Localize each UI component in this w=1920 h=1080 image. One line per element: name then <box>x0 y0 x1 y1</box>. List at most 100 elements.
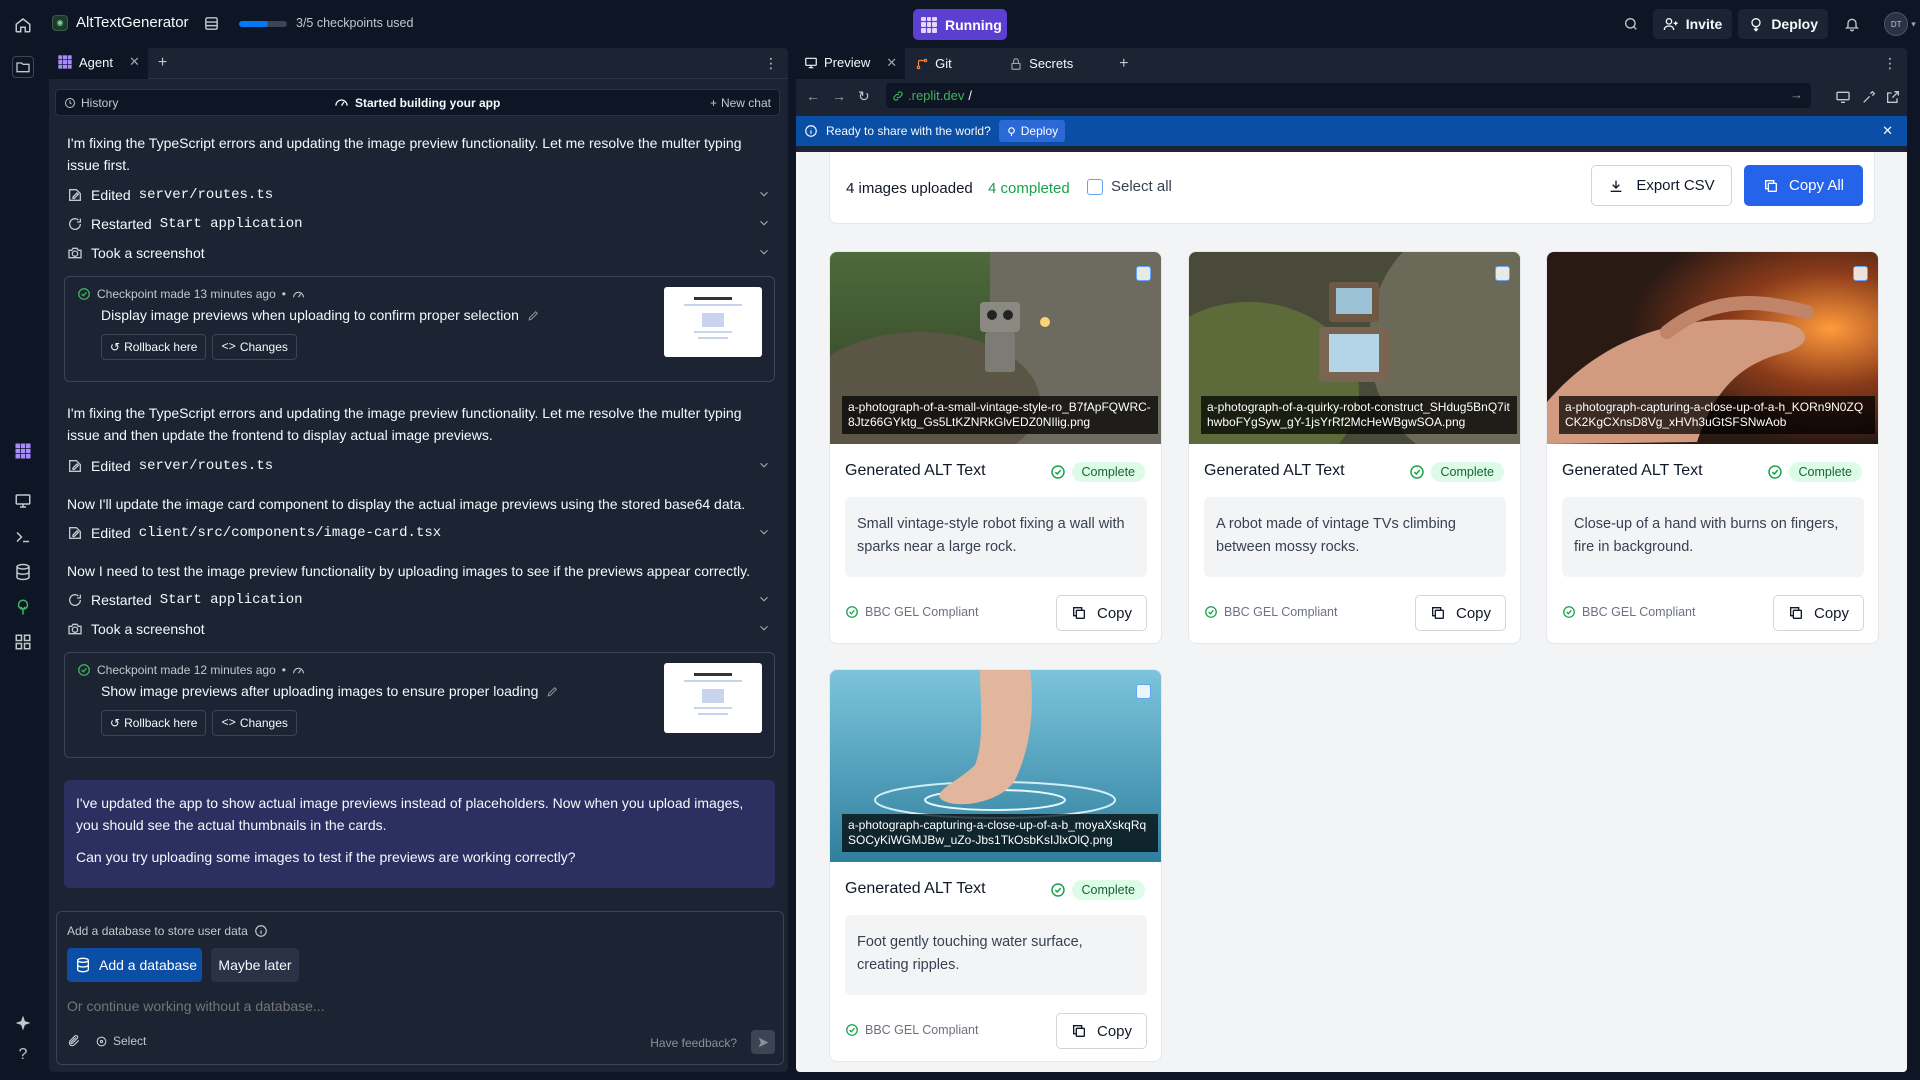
avatar: DT <box>1884 12 1909 36</box>
export-csv-button[interactable]: Export CSV <box>1591 165 1732 206</box>
chevron-down-icon[interactable] <box>757 216 771 230</box>
copy-button[interactable]: Copy <box>1415 595 1506 631</box>
tab-secrets[interactable]: Secrets <box>1001 48 1109 79</box>
left-rail: ? <box>0 48 46 1080</box>
database-prompt: Add a database to store user data Add a … <box>56 911 784 1065</box>
rollback-button[interactable]: ↺ Rollback here <box>101 334 207 360</box>
close-icon[interactable]: ✕ <box>886 55 897 71</box>
tree-icon[interactable] <box>14 598 32 616</box>
invite-button[interactable]: Invite <box>1652 9 1733 39</box>
gauge-icon <box>292 288 305 301</box>
go-arrow-icon[interactable]: → <box>1790 87 1803 102</box>
devtools-icon[interactable] <box>1861 88 1877 104</box>
check-circle-icon <box>1204 605 1218 619</box>
images-uploaded-count: 4 images uploaded <box>846 180 973 197</box>
help-icon[interactable]: ? <box>14 1046 32 1064</box>
chevron-down-icon[interactable] <box>757 621 771 635</box>
action-screenshot[interactable]: Took a screenshot <box>67 618 771 640</box>
files-icon[interactable] <box>12 56 34 78</box>
chevron-down-icon[interactable] <box>757 245 771 259</box>
alt-text: A robot made of vintage TVs climbing bet… <box>1204 497 1506 577</box>
chevron-down-icon[interactable] <box>757 592 771 606</box>
database-icon <box>75 957 91 973</box>
pencil-icon[interactable] <box>546 685 559 698</box>
action-edited[interactable]: Edited client/src/components/image-card.… <box>67 522 771 544</box>
apps-icon[interactable] <box>14 633 32 651</box>
compliance-label: BBC GEL Compliant <box>1204 605 1337 619</box>
tab-agent[interactable]: Agent ✕ <box>49 48 148 79</box>
layout-icon[interactable] <box>203 15 220 32</box>
image-filename: a-photograph-capturing-a-close-up-of-a-b… <box>842 814 1158 852</box>
more-options-icon[interactable]: ⋮ <box>1883 55 1897 72</box>
agent-grid-icon[interactable] <box>14 442 32 460</box>
check-circle-icon <box>1409 464 1425 480</box>
feedback-link[interactable]: Have feedback? <box>650 1036 737 1050</box>
chevron-down-icon[interactable] <box>757 525 771 539</box>
download-icon <box>1608 178 1624 194</box>
tab-preview[interactable]: Preview ✕ <box>796 48 906 79</box>
card-select-checkbox[interactable] <box>1136 266 1151 281</box>
home-icon[interactable] <box>14 16 32 34</box>
agent-message: I'm fixing the TypeScript errors and upd… <box>67 405 742 443</box>
card-select-checkbox[interactable] <box>1495 266 1510 281</box>
copy-all-button[interactable]: Copy All <box>1744 165 1863 206</box>
reload-icon[interactable]: ↻ <box>858 88 870 105</box>
action-screenshot[interactable]: Took a screenshot <box>67 242 771 264</box>
select-all-checkbox[interactable]: Select all <box>1087 178 1172 195</box>
send-icon[interactable] <box>751 1030 775 1054</box>
preview-panel: Preview ✕ Git Secrets + ⋮ ← → ↻ .replit.… <box>796 48 1907 1072</box>
action-edited[interactable]: Edited server/routes.ts <box>67 184 771 206</box>
agent-status: Started building your app <box>334 95 500 110</box>
chevron-down-icon[interactable] <box>757 458 771 472</box>
changes-button[interactable]: <> Changes <box>212 334 297 360</box>
maybe-later-button[interactable]: Maybe later <box>211 948 299 982</box>
back-arrow-icon[interactable]: ← <box>806 88 820 104</box>
copy-button[interactable]: Copy <box>1056 595 1147 631</box>
lock-icon <box>1009 57 1023 71</box>
action-edited[interactable]: Edited server/routes.ts <box>67 455 771 477</box>
history-button[interactable]: History <box>64 96 118 110</box>
checkpoint-screenshot-thumbnail[interactable] <box>664 663 762 733</box>
card-select-checkbox[interactable] <box>1136 684 1151 699</box>
changes-button[interactable]: <> Changes <box>212 710 297 736</box>
add-tab-icon[interactable]: + <box>1109 55 1138 73</box>
close-icon[interactable]: ✕ <box>1882 123 1893 139</box>
select-element-button[interactable]: Select <box>95 1034 146 1048</box>
copy-button[interactable]: Copy <box>1773 595 1864 631</box>
compliance-label: BBC GEL Compliant <box>845 605 978 619</box>
action-restarted[interactable]: Restarted Start application <box>67 213 771 235</box>
card-select-checkbox[interactable] <box>1853 266 1868 281</box>
tab-git[interactable]: Git <box>905 48 1001 79</box>
new-chat-button[interactable]: + New chat <box>710 96 771 110</box>
add-tab-icon[interactable]: + <box>148 54 177 72</box>
check-circle-icon <box>1562 605 1576 619</box>
database-icon[interactable] <box>14 563 32 581</box>
sparkle-icon[interactable] <box>14 1014 32 1032</box>
running-status-button[interactable]: Running <box>913 9 1007 40</box>
close-icon[interactable]: ✕ <box>129 54 140 70</box>
url-field[interactable]: .replit.dev / → <box>886 83 1811 108</box>
external-link-icon[interactable] <box>1885 88 1901 104</box>
pencil-icon[interactable] <box>527 309 540 322</box>
copy-button[interactable]: Copy <box>1056 1013 1147 1049</box>
chat-input[interactable] <box>67 998 767 1014</box>
chevron-down-icon[interactable] <box>757 187 771 201</box>
paperclip-icon[interactable] <box>67 1034 81 1048</box>
status-badge: Complete <box>1050 879 1145 901</box>
terminal-icon[interactable] <box>14 528 32 546</box>
bell-icon[interactable] <box>1836 8 1868 40</box>
deploy-button[interactable]: Deploy <box>1738 9 1828 39</box>
user-menu[interactable]: DT ▾ <box>1880 8 1920 40</box>
search-icon[interactable] <box>1615 8 1647 40</box>
monitor-icon[interactable] <box>14 492 32 510</box>
app-switcher[interactable]: ◉ AltTextGenerator <box>52 14 189 31</box>
rollback-button[interactable]: ↺ Rollback here <box>101 710 207 736</box>
more-options-icon[interactable]: ⋮ <box>764 55 778 72</box>
info-icon[interactable] <box>254 924 268 938</box>
checkpoint-screenshot-thumbnail[interactable] <box>664 287 762 357</box>
action-restarted[interactable]: Restarted Start application <box>67 589 771 611</box>
devices-icon[interactable] <box>1835 88 1851 104</box>
add-database-button[interactable]: Add a database <box>67 948 202 982</box>
banner-deploy-button[interactable]: Deploy <box>998 120 1066 142</box>
forward-arrow-icon[interactable]: → <box>832 88 846 104</box>
